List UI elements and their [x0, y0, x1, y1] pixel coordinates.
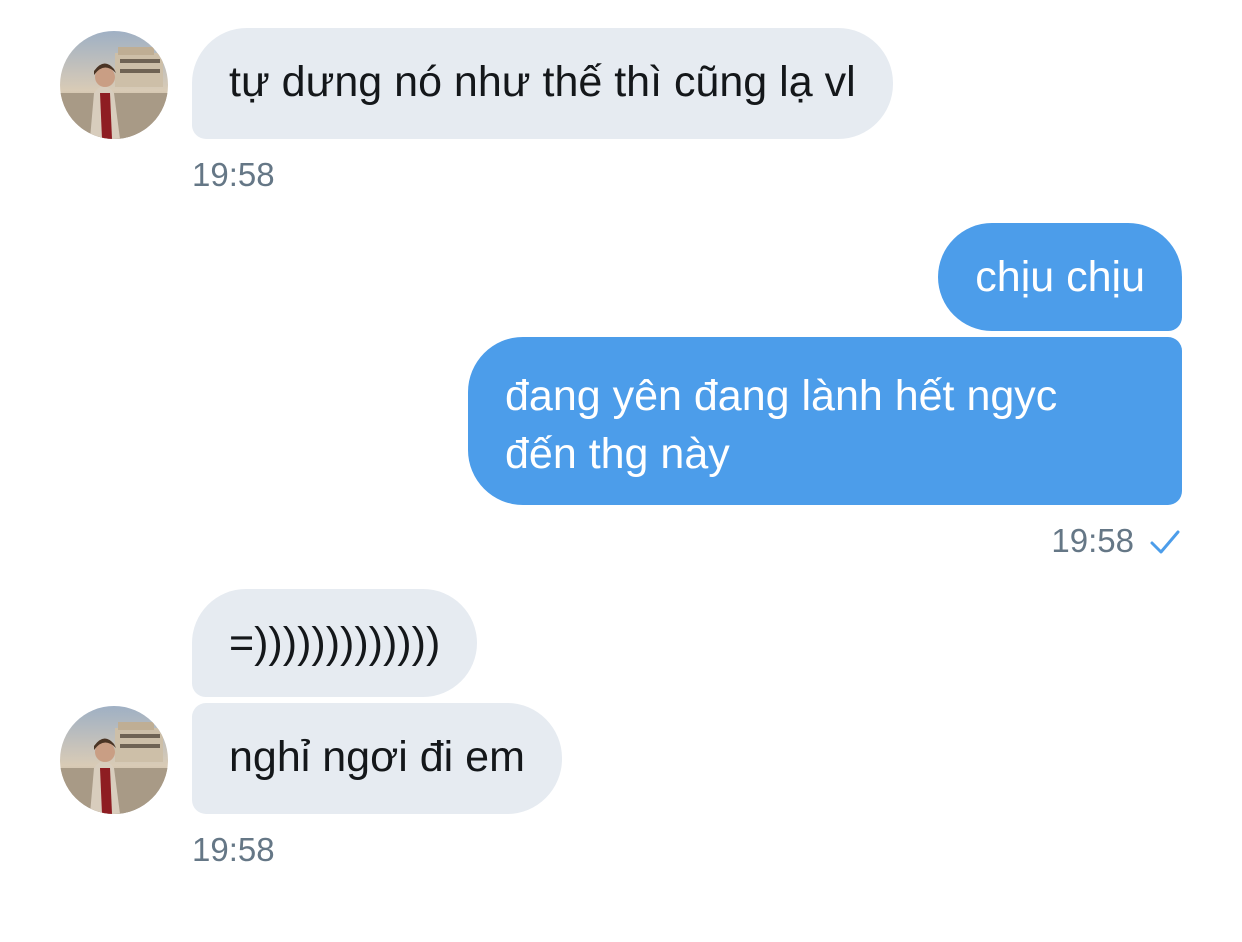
message-text: =))))))))))))) [229, 619, 441, 667]
message-timestamp: 19:58 [1051, 522, 1134, 559]
message-timestamp: 19:58 [192, 831, 275, 868]
incoming-message-bubble[interactable]: nghỉ ngơi đi em [192, 703, 562, 814]
avatar-photo [60, 706, 168, 814]
incoming-message-bubble[interactable]: =))))))))))))) [192, 589, 478, 697]
contact-avatar[interactable] [60, 31, 168, 139]
outgoing-message-bubble[interactable]: đang yên đang lành hết ngyc đến thg này [468, 337, 1182, 505]
outgoing-message-bubble[interactable]: chịu chịu [938, 223, 1182, 331]
message-text: chịu chịu [975, 253, 1145, 301]
sent-checkmark-icon [1150, 530, 1180, 554]
contact-avatar[interactable] [60, 706, 168, 814]
message-timestamp: 19:58 [192, 156, 275, 193]
message-text-line: đến thg này [505, 430, 730, 478]
avatar-photo [60, 31, 168, 139]
incoming-message-bubble[interactable]: tự dưng nó như thế thì cũng lạ vl [192, 28, 893, 139]
message-text-line: đang yên đang lành hết ngyc [505, 372, 1058, 420]
message-text: nghỉ ngơi đi em [229, 733, 525, 781]
message-text: tự dưng nó như thế thì cũng lạ vl [229, 58, 856, 106]
